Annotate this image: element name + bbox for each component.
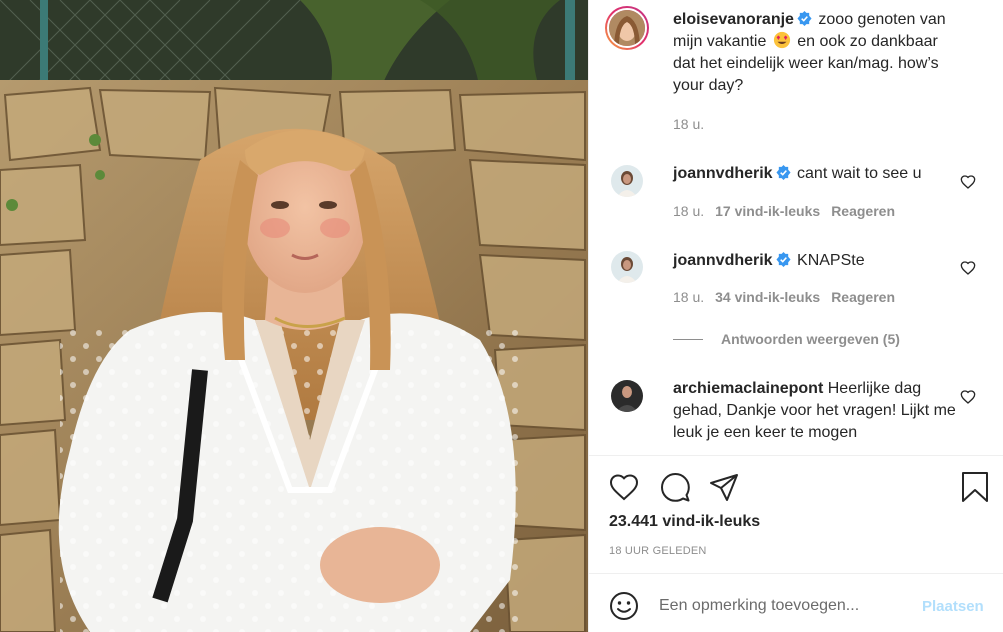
comment-3-like-icon[interactable] — [960, 389, 976, 405]
post-side-panel: eloisevanoranje zooo genoten van mijn va… — [588, 0, 1003, 632]
commenter-avatar[interactable] — [611, 380, 643, 412]
comment-1-time[interactable]: 18 u. — [673, 203, 704, 219]
comment-2: joannvdherik KNAPSte — [673, 250, 963, 272]
verified-badge-icon — [797, 11, 812, 26]
post-timestamp[interactable]: 18 UUR GELEDEN — [609, 545, 707, 557]
add-comment-bar: Plaatsen — [589, 573, 1003, 632]
post-caption: eloisevanoranje zooo genoten van mijn va… — [673, 9, 963, 97]
caption-meta: 18 u. — [673, 116, 715, 132]
comment-1-like-icon[interactable] — [960, 174, 976, 190]
comment-2-text: KNAPSte — [797, 252, 865, 269]
comments-section[interactable]: eloisevanoranje zooo genoten van mijn va… — [589, 0, 1003, 455]
post-comment-button[interactable]: Plaatsen — [922, 598, 984, 615]
comment-1-reply-button[interactable]: Reageren — [831, 203, 895, 219]
comment-2-time[interactable]: 18 u. — [673, 289, 704, 305]
commenter-avatar[interactable] — [611, 165, 643, 197]
post-actions: 23.441 vind-ik-leuks 18 UUR GELEDEN — [589, 455, 1003, 573]
post-photo[interactable] — [0, 0, 588, 632]
comment-2-username[interactable]: joannvdherik — [673, 252, 773, 269]
comment-1-meta: 18 u. 17 vind-ik-leuks Reageren — [673, 203, 906, 219]
author-username[interactable]: eloisevanoranje — [673, 11, 794, 28]
caption-time[interactable]: 18 u. — [673, 116, 704, 132]
view-replies-button[interactable]: Antwoorden weergeven (5) — [673, 331, 900, 347]
comment-icon[interactable] — [658, 470, 692, 504]
post-image — [0, 0, 588, 632]
verified-badge-icon — [776, 165, 791, 180]
comment-3: archiemaclainepont Heerlijke dag gehad, … — [673, 378, 963, 444]
comment-3-username[interactable]: archiemaclainepont — [673, 380, 823, 397]
emoji-picker-icon[interactable] — [609, 591, 639, 621]
comment-1-text: cant wait to see u — [797, 165, 922, 182]
commenter-avatar[interactable] — [611, 251, 643, 283]
view-replies-label: Antwoorden weergeven (5) — [721, 331, 900, 347]
heart-eyes-emoji-icon — [773, 31, 790, 49]
comment-2-like-icon[interactable] — [960, 260, 976, 276]
comment-2-meta: 18 u. 34 vind-ik-leuks Reageren — [673, 289, 906, 305]
comment-1-likes[interactable]: 17 vind-ik-leuks — [715, 203, 820, 219]
replies-divider — [673, 339, 703, 340]
verified-badge-icon — [776, 252, 791, 267]
comment-2-likes[interactable]: 34 vind-ik-leuks — [715, 289, 820, 305]
comment-input[interactable] — [659, 593, 909, 619]
comment-2-reply-button[interactable]: Reageren — [831, 289, 895, 305]
author-avatar[interactable] — [605, 6, 649, 50]
paper-plane-icon[interactable] — [707, 470, 741, 504]
bookmark-icon[interactable] — [958, 470, 992, 504]
likes-count[interactable]: 23.441 vind-ik-leuks — [609, 513, 760, 531]
comment-1: joannvdherik cant wait to see u — [673, 163, 963, 185]
heart-icon[interactable] — [607, 470, 641, 504]
comment-1-username[interactable]: joannvdherik — [673, 165, 773, 182]
